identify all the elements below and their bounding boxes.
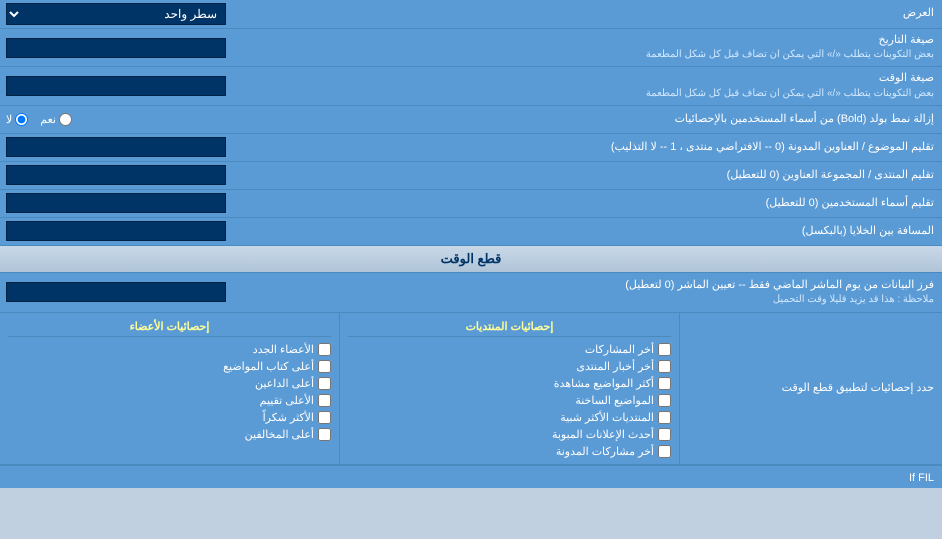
forum-title-trim-field[interactable]: 33 — [6, 165, 226, 185]
stats-col2: إحصائيات المنتديات أخر المشاركات أخر أخب… — [339, 313, 680, 464]
stat-forum-news-checkbox[interactable] — [658, 360, 671, 373]
stat-last-posts-checkbox[interactable] — [658, 343, 671, 356]
stat-most-popular-forums-checkbox[interactable] — [658, 411, 671, 424]
username-trim-label: تقليم أسماء المستخدمين (0 للتعطيل) — [290, 192, 942, 215]
topic-title-trim-input: 33 — [0, 134, 290, 160]
bold-remove-label: إزالة نمط بولد (Bold) من أسماء المستخدمي… — [290, 108, 942, 131]
stat-most-viewed-checkbox[interactable] — [658, 377, 671, 390]
display-mode-label: العرض — [290, 2, 942, 25]
stats-col1: إحصائيات الأعضاء الأعضاء الجدد أعلى كتاب… — [0, 313, 339, 464]
bold-radio-yes[interactable] — [59, 113, 72, 126]
footer-row: If FIL — [0, 465, 942, 488]
if-fil-text: If FIL — [909, 472, 934, 484]
stats-apply-label: حدد إحصائيات لتطبيق قطع الوقت — [680, 377, 942, 400]
stat-most-thanked-checkbox[interactable] — [318, 411, 331, 424]
stat-most-thanked: الأكثر شكراً — [8, 409, 331, 426]
date-format-label: صيغة التاريخ بعض التكوينات يتطلب «/» الت… — [290, 29, 942, 66]
stat-blog-posts: أخر مشاركات المدونة — [348, 443, 671, 460]
topic-title-trim-row: تقليم الموضوع / العناوين المدونة (0 -- ا… — [0, 134, 942, 162]
stat-blog-posts-checkbox[interactable] — [658, 445, 671, 458]
display-mode-input: سطر واحد — [0, 0, 290, 28]
forum-title-trim-label: تقليم المنتدى / المجموعة العناوين (0 للت… — [290, 164, 942, 187]
stat-top-topic-writers-checkbox[interactable] — [318, 360, 331, 373]
username-trim-row: تقليم أسماء المستخدمين (0 للتعطيل) 0 — [0, 190, 942, 218]
stat-classified-ads-checkbox[interactable] — [658, 428, 671, 441]
stats-header-row: حدد إحصائيات لتطبيق قطع الوقت إحصائيات ا… — [0, 313, 942, 465]
stat-top-rated: الأعلى تقييم — [8, 392, 331, 409]
stat-top-inviters-checkbox[interactable] — [318, 377, 331, 390]
stat-new-members-checkbox[interactable] — [318, 343, 331, 356]
bold-radio-no[interactable] — [15, 113, 28, 126]
bold-remove-input: نعم لا — [0, 110, 290, 129]
stat-top-violators-checkbox[interactable] — [318, 428, 331, 441]
stat-last-posts: أخر المشاركات — [348, 341, 671, 358]
stat-hot-topics: المواضيع الساخنة — [348, 392, 671, 409]
gap-cells-label: المسافة بين الخلايا (بالبكسل) — [290, 220, 942, 243]
topic-title-trim-label: تقليم الموضوع / العناوين المدونة (0 -- ا… — [290, 136, 942, 159]
freeze-input: 0 — [0, 273, 290, 312]
bold-radio-group: نعم لا — [6, 113, 72, 126]
main-container: العرض سطر واحد صيغة التاريخ بعض التكوينا… — [0, 0, 942, 488]
stat-top-violators: أعلى المخالفين — [8, 426, 331, 443]
stat-classified-ads: أحدث الإعلانات المبوبة — [348, 426, 671, 443]
bold-remove-row: إزالة نمط بولد (Bold) من أسماء المستخدمي… — [0, 106, 942, 134]
stats-col2-header: إحصائيات المنتديات — [348, 317, 671, 337]
stats-col1-header: إحصائيات الأعضاء — [8, 317, 331, 337]
display-mode-select[interactable]: سطر واحد — [6, 3, 226, 25]
gap-cells-field[interactable]: 2 — [6, 221, 226, 241]
freeze-value-field[interactable]: 0 — [6, 282, 226, 302]
date-format-row: صيغة التاريخ بعض التكوينات يتطلب «/» الت… — [0, 29, 942, 67]
stat-most-viewed: أكثر المواضيع مشاهدة — [348, 375, 671, 392]
time-format-field[interactable]: H:i — [6, 76, 226, 96]
date-format-field[interactable]: d-m — [6, 38, 226, 58]
gap-cells-input: 2 — [0, 218, 290, 244]
username-trim-field[interactable]: 0 — [6, 193, 226, 213]
date-format-input: d-m — [0, 35, 290, 61]
forum-title-trim-row: تقليم المنتدى / المجموعة العناوين (0 للت… — [0, 162, 942, 190]
stat-top-rated-checkbox[interactable] — [318, 394, 331, 407]
gap-cells-row: المسافة بين الخلايا (بالبكسل) 2 — [0, 218, 942, 246]
stats-columns-container: إحصائيات المنتديات أخر المشاركات أخر أخب… — [0, 313, 680, 464]
time-format-label: صيغة الوقت بعض التكوينات يتطلب «/» التي … — [290, 67, 942, 104]
time-format-input: H:i — [0, 73, 290, 99]
stat-most-popular-forums: المنتديات الأكثر شبية — [348, 409, 671, 426]
stat-top-topic-writers: أعلى كتاب المواضيع — [8, 358, 331, 375]
bold-radio-no-label[interactable]: لا — [6, 113, 28, 126]
freeze-row: فرز البيانات من يوم الماشر الماضي فقط --… — [0, 273, 942, 313]
forum-title-trim-input: 33 — [0, 162, 290, 188]
stat-top-inviters: أعلى الداعين — [8, 375, 331, 392]
time-format-row: صيغة الوقت بعض التكوينات يتطلب «/» التي … — [0, 67, 942, 105]
stat-hot-topics-checkbox[interactable] — [658, 394, 671, 407]
display-mode-row: العرض سطر واحد — [0, 0, 942, 29]
bold-radio-yes-label[interactable]: نعم — [40, 113, 72, 126]
stat-new-members: الأعضاء الجدد — [8, 341, 331, 358]
freeze-label: فرز البيانات من يوم الماشر الماضي فقط --… — [290, 273, 942, 312]
username-trim-input: 0 — [0, 190, 290, 216]
freeze-section-header: قطع الوقت — [0, 246, 942, 273]
stat-forum-news: أخر أخبار المنتدى — [348, 358, 671, 375]
topic-title-trim-field[interactable]: 33 — [6, 137, 226, 157]
